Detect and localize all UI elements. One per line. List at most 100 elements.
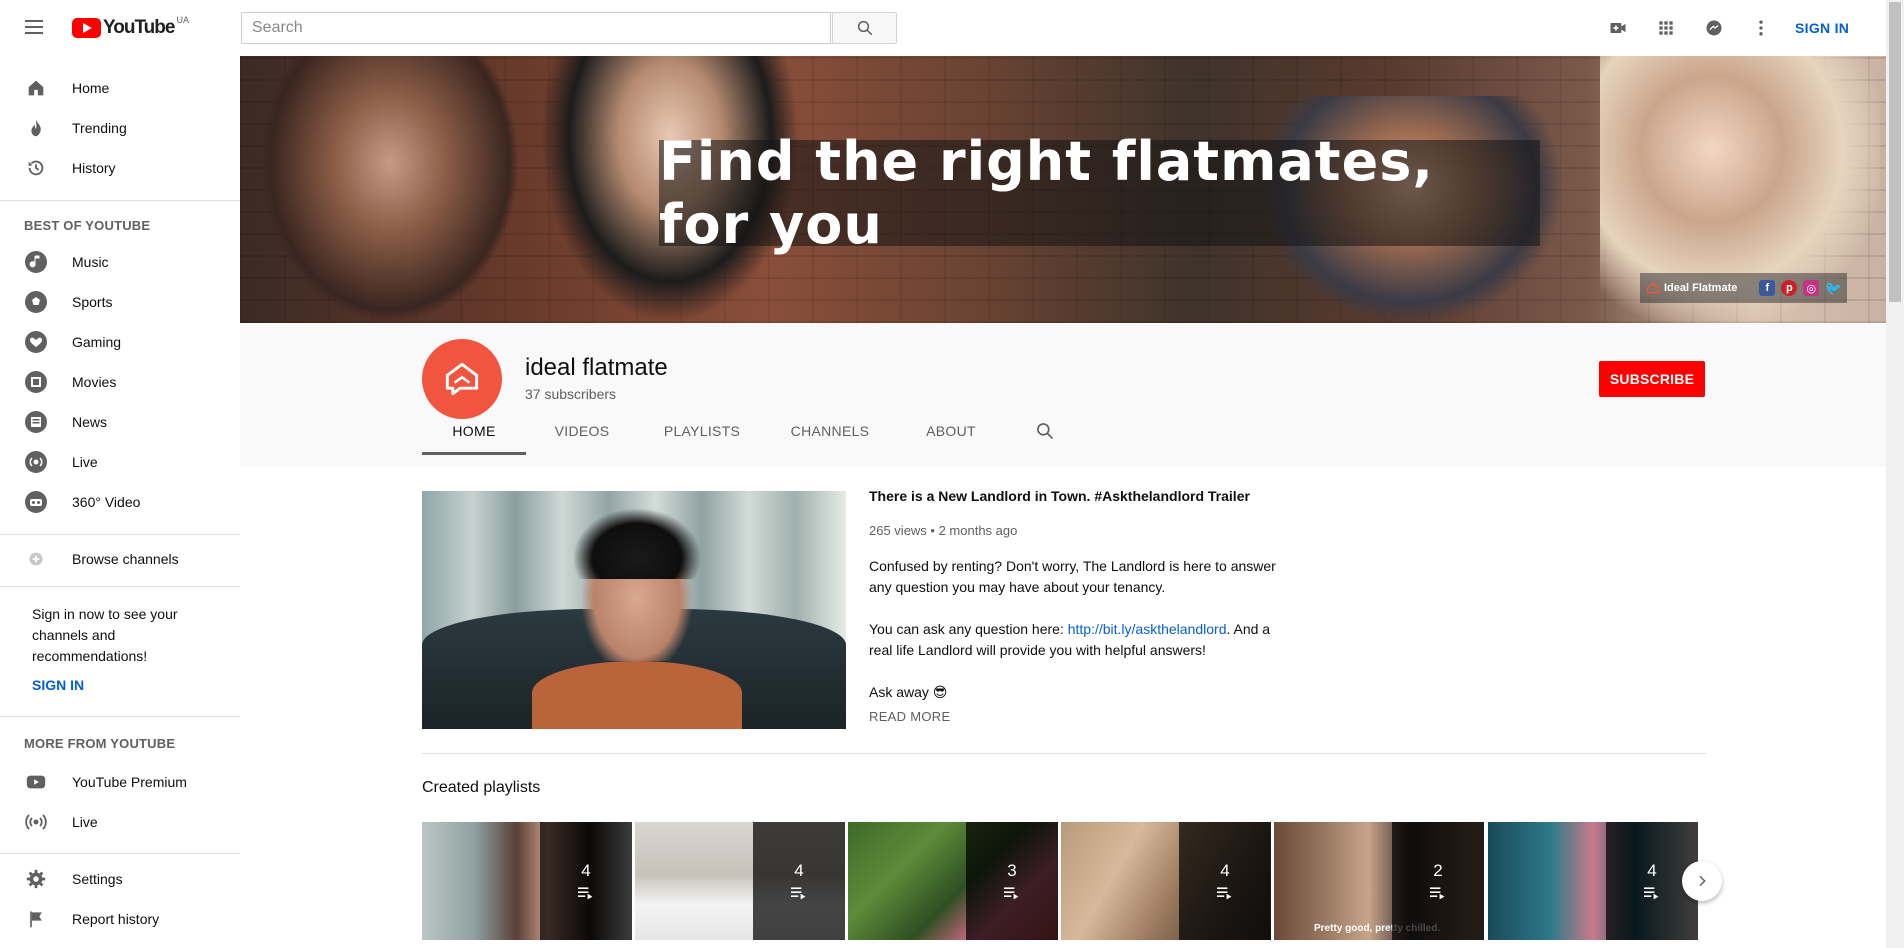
pinterest-icon[interactable]: p — [1781, 280, 1798, 296]
thumbnail-shirt — [532, 661, 742, 729]
description-link[interactable]: http://bit.ly/askthelandlord — [1068, 621, 1227, 637]
sidebar-item-gaming[interactable]: Gaming — [0, 322, 240, 362]
sign-in-promo: Sign in now to see your channels and rec… — [32, 606, 178, 664]
featured-video-description: Confused by renting? Don't worry, The La… — [869, 556, 1279, 703]
playlist-overlay: 4 — [753, 822, 845, 940]
best-of-youtube-heading: BEST OF YOUTUBE — [24, 218, 151, 233]
playlist-icon — [1644, 887, 1659, 900]
ideal-flatmate-logo-icon — [445, 362, 479, 396]
youtube-logo[interactable]: YouTube UA — [72, 15, 189, 39]
playlist-count: 4 — [1220, 861, 1230, 880]
sidebar-item-settings[interactable]: Settings — [0, 859, 240, 899]
playlist-count: 4 — [794, 861, 804, 880]
playlist-icon — [578, 887, 593, 900]
sidebar-item-label: 360° Video — [72, 494, 141, 510]
create-video-icon[interactable] — [1606, 16, 1630, 40]
sidebar-item-label: Sports — [72, 294, 113, 310]
channel-banner: Find the right flatmates, for you Ideal … — [240, 56, 1886, 323]
gaming-icon — [24, 330, 48, 354]
sidebar-item-movies[interactable]: Movies — [0, 362, 240, 402]
broadcast-icon — [24, 810, 48, 834]
featured-video-thumbnail[interactable] — [422, 491, 846, 729]
sidebar-item-label: Browse channels — [72, 551, 179, 567]
description-text: You can ask any question here: — [869, 621, 1068, 637]
scrollbar[interactable] — [1886, 0, 1904, 948]
read-more-button[interactable]: READ MORE — [869, 709, 950, 724]
tab-channels[interactable]: CHANNELS — [766, 407, 894, 455]
playlist-card[interactable]: Pretty good, pretty chilled. 2 — [1274, 822, 1484, 940]
playlist-count: 4 — [581, 861, 591, 880]
description-paragraph: Ask away 😎 — [869, 684, 948, 700]
sidebar-item-news[interactable]: News — [0, 402, 240, 442]
sidebar-divider — [0, 586, 240, 587]
twitter-icon[interactable]: 🐦 — [1825, 280, 1842, 296]
channel-name: ideal flatmate — [525, 354, 668, 381]
playlist-icon — [1004, 887, 1019, 900]
sign-in-button[interactable]: SIGN IN — [1795, 20, 1849, 36]
scrollbar-thumb[interactable] — [1889, 2, 1901, 302]
sidebar-item-360-video[interactable]: 360° Video — [0, 482, 240, 522]
sidebar-item-music[interactable]: Music — [0, 242, 240, 282]
ideal-flatmate-logo-icon — [1647, 282, 1659, 294]
banner-link-ideal-flatmate[interactable]: Ideal Flatmate — [1664, 282, 1737, 294]
playlist-card[interactable]: 4 — [1061, 822, 1271, 940]
sidebar-item-browse-channels[interactable]: Browse channels — [0, 539, 240, 579]
playlist-card[interactable]: 4 — [422, 822, 632, 940]
instagram-icon[interactable]: ◎ — [1803, 280, 1820, 296]
trending-icon — [24, 116, 48, 140]
sidebar-divider — [0, 853, 240, 854]
subscriber-count: 37 subscribers — [525, 386, 617, 402]
messages-icon[interactable] — [1702, 16, 1726, 40]
search-button[interactable] — [832, 12, 897, 44]
sidebar-item-label: Live — [72, 454, 98, 470]
sidebar-item-home[interactable]: Home — [0, 68, 240, 108]
sidebar-item-label: Settings — [72, 871, 123, 887]
sports-icon — [24, 290, 48, 314]
sidebar-item-report-history[interactable]: Report history — [0, 899, 240, 939]
tab-videos[interactable]: VIDEOS — [526, 407, 638, 455]
playlist-card[interactable]: 3 — [848, 822, 1058, 940]
subscribe-button[interactable]: SUBSCRIBE — [1599, 361, 1705, 397]
sidebar-item-sports[interactable]: Sports — [0, 282, 240, 322]
channel-content: There is a New Landlord in Town. #Askthe… — [240, 467, 1886, 948]
next-arrow-button[interactable] — [1682, 861, 1722, 901]
history-icon — [24, 156, 48, 180]
sidebar-sign-in-button[interactable]: SIGN IN — [32, 677, 84, 693]
live-icon — [24, 450, 48, 474]
sidebar-divider — [0, 716, 240, 717]
facebook-icon[interactable]: f — [1759, 280, 1776, 296]
sidebar-item-label: Live — [72, 814, 98, 830]
playlist-card[interactable]: 4 — [1488, 822, 1698, 940]
tab-home[interactable]: HOME — [422, 407, 526, 455]
sidebar-item-live[interactable]: Live — [0, 442, 240, 482]
sidebar-item-live-more[interactable]: Live — [0, 802, 240, 842]
channel-search-icon[interactable] — [1008, 407, 1082, 455]
sidebar-item-label: Movies — [72, 374, 117, 390]
playlist-card[interactable]: 4 — [635, 822, 845, 940]
sidebar-item-youtube-premium[interactable]: YouTube Premium — [0, 762, 240, 802]
search-input[interactable] — [241, 12, 831, 44]
tab-playlists[interactable]: PLAYLISTS — [638, 407, 766, 455]
search-icon — [857, 20, 872, 36]
sidebar-item-label: News — [72, 414, 108, 430]
settings-icon — [24, 867, 48, 891]
movies-icon — [24, 370, 48, 394]
sidebar-item-trending[interactable]: Trending — [0, 108, 240, 148]
created-playlists-heading[interactable]: Created playlists — [422, 779, 540, 797]
more-vert-icon[interactable] — [1749, 16, 1773, 40]
playlist-icon — [1430, 887, 1445, 900]
playlist-overlay: 2 — [1392, 822, 1484, 940]
masthead: YouTube UA SIGN IN — [0, 0, 1886, 56]
playlist-overlay: 4 — [1179, 822, 1271, 940]
sidebar-item-history[interactable]: History — [0, 148, 240, 188]
news-icon — [24, 410, 48, 434]
apps-icon[interactable] — [1654, 16, 1678, 40]
featured-video-title[interactable]: There is a New Landlord in Town. #Askthe… — [869, 488, 1250, 504]
sidebar-item-label: History — [72, 160, 116, 176]
tab-about[interactable]: ABOUT — [894, 407, 1008, 455]
sidebar-item-label: Home — [72, 80, 110, 96]
section-divider — [422, 753, 1706, 754]
music-icon — [24, 250, 48, 274]
country-code: UA — [176, 15, 189, 25]
menu-icon[interactable] — [22, 16, 46, 40]
